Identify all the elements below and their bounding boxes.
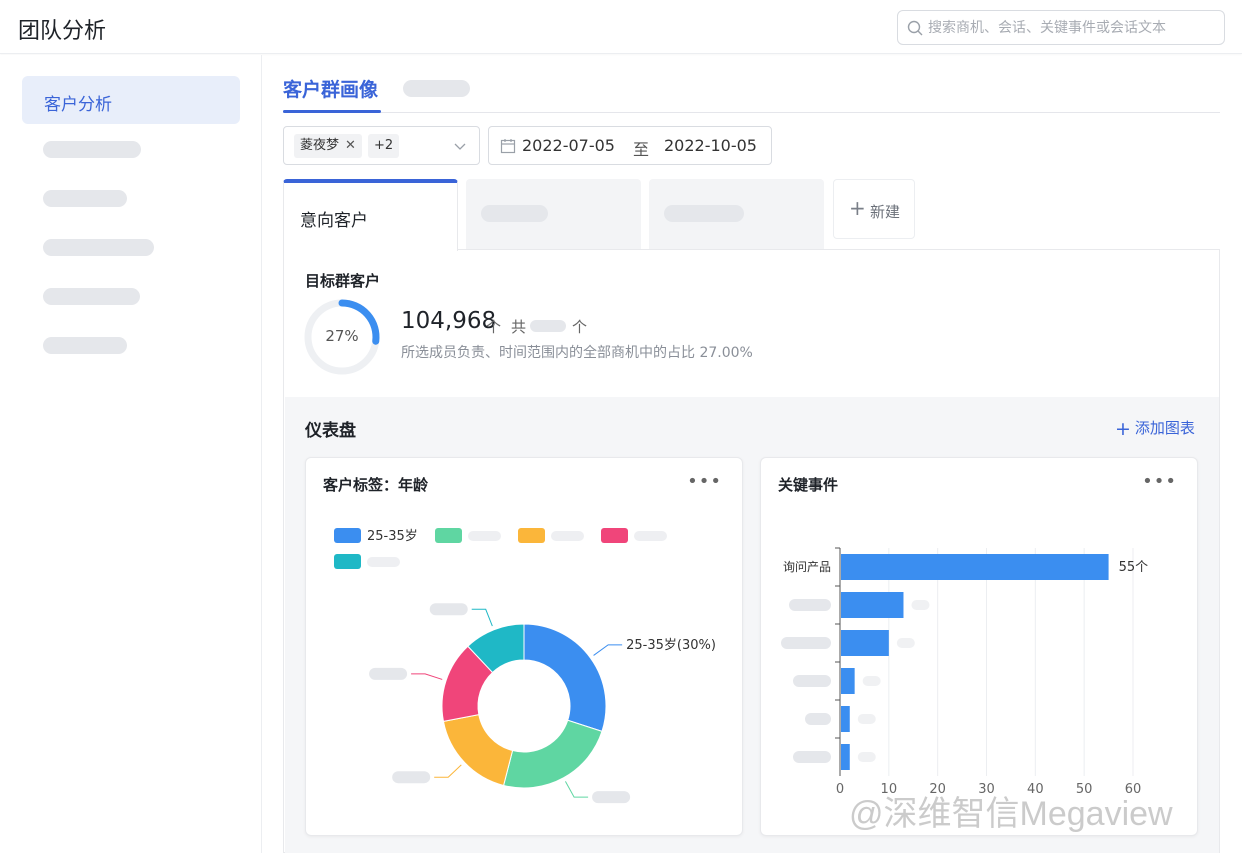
plus-icon: + <box>849 196 866 220</box>
legend-swatch[interactable] <box>601 528 628 543</box>
slice-leader-line <box>411 673 443 680</box>
segment-tab-label-placeholder <box>664 205 744 222</box>
x-tick-label: 0 <box>836 782 844 797</box>
legend-label: 25-35岁 <box>367 529 418 544</box>
legend-label-placeholder <box>468 531 501 541</box>
segment-panel: 目标群客户 27% 104,968 个 共 个 所选成员负责、时间范围内的全部商… <box>283 249 1220 853</box>
bar-value-placeholder <box>857 714 876 724</box>
slice-leader-line <box>434 764 462 778</box>
percent-label: 27% <box>325 327 359 345</box>
sidebar: 客户分析 <box>0 55 262 853</box>
y-tick-label-placeholder <box>793 751 831 763</box>
sidebar-item-customer-analysis[interactable]: 客户分析 <box>22 76 240 124</box>
slice-label-placeholder <box>592 791 631 804</box>
legend-swatch[interactable] <box>334 554 361 569</box>
target-title: 目标群客户 <box>305 272 381 290</box>
segment-tab-label: 意向客户 <box>300 211 368 231</box>
legend-swatch[interactable] <box>334 528 361 543</box>
bar-value-placeholder <box>862 676 881 686</box>
tab-customer-portrait[interactable]: 客户群画像 <box>283 75 378 102</box>
top-bar: 团队分析 <box>0 0 1242 54</box>
y-tick-label-placeholder <box>793 675 831 687</box>
member-chip-label: 菱夜梦 <box>300 138 340 153</box>
target-count: 104,968 <box>401 308 497 334</box>
watermark: @深维智信Megaview <box>849 795 1173 833</box>
date-end[interactable]: 2022-10-05 <box>664 136 757 155</box>
chevron-down-icon <box>454 143 466 150</box>
tabs-divider <box>283 112 1220 113</box>
member-select[interactable]: 菱夜梦 ✕ +2 <box>283 126 480 165</box>
date-range-picker[interactable]: 2022-07-05 至 2022-10-05 <box>488 126 772 165</box>
slice-leader-line <box>593 644 623 656</box>
slice-leader-line <box>471 608 493 627</box>
search-icon <box>907 20 923 36</box>
legend-swatch[interactable] <box>435 528 462 543</box>
slice-label: 25-35岁(30%) <box>626 638 716 653</box>
sidebar-item-label: 客户分析 <box>44 95 112 115</box>
active-tab-indicator <box>283 110 381 113</box>
y-tick-label: 询问产品 <box>783 560 831 574</box>
key-events-bar-chart: 0 10 20 30 40 50 60询问产品 55个 <box>781 547 1149 797</box>
segment-tab-intent-customers[interactable]: 意向客户 <box>283 179 458 251</box>
y-tick-label-placeholder <box>781 637 831 649</box>
donut-slice[interactable] <box>502 719 603 789</box>
bar-value-label: 55个 <box>1119 560 1149 575</box>
bar[interactable] <box>841 630 889 656</box>
slice-leader-line <box>564 781 589 798</box>
slice-label-placeholder <box>369 667 408 680</box>
member-chip: 菱夜梦 ✕ <box>294 134 362 158</box>
more-members-chip: +2 <box>368 134 400 158</box>
y-tick-label-placeholder <box>789 599 831 611</box>
tab-placeholder[interactable] <box>403 80 470 97</box>
sidebar-item-placeholder[interactable] <box>43 337 127 354</box>
slice-label-placeholder <box>429 603 468 616</box>
legend-swatch[interactable] <box>518 528 545 543</box>
total-prefix: 共 <box>511 318 527 336</box>
date-start[interactable]: 2022-07-05 <box>522 136 615 155</box>
age-donut-chart: 25-35岁 25-35岁(30%) <box>334 528 716 804</box>
slice-label-placeholder <box>392 771 431 784</box>
legend-label-placeholder <box>551 531 584 541</box>
new-segment-label: 新建 <box>870 203 901 221</box>
y-tick-label-placeholder <box>805 713 831 725</box>
bar-value-placeholder <box>911 600 930 610</box>
dashboard: 仪表盘 + 添加图表 客户标签：年龄 ••• 25-35岁 25-35岁(30%) … <box>285 397 1219 853</box>
sidebar-item-placeholder[interactable] <box>43 288 140 305</box>
bar[interactable] <box>841 554 1109 580</box>
bar[interactable] <box>841 744 850 770</box>
target-description: 所选成员负责、时间范围内的全部商机中的占比 27.00% <box>401 345 753 361</box>
donut-slice[interactable] <box>523 623 607 732</box>
add-chart-label: 添加图表 <box>1134 419 1195 437</box>
search-input[interactable] <box>928 11 1218 44</box>
app-title: 团队分析 <box>18 19 107 44</box>
main-content: 客户群画像 菱夜梦 ✕ +2 2022-07-05 至 2022-10-05 意向… <box>263 55 1242 853</box>
segment-tab-label-placeholder <box>481 205 548 222</box>
segment-tab-placeholder[interactable] <box>649 179 824 249</box>
bar[interactable] <box>841 592 904 618</box>
age-chart-card: 客户标签：年龄 ••• 25-35岁 25-35岁(30%) <box>305 457 743 836</box>
total-count-placeholder <box>530 320 566 332</box>
add-chart-button[interactable]: + 添加图表 <box>1115 417 1195 440</box>
key-events-chart-card: 关键事件 ••• 0 10 20 30 40 50 60 询问产品 55个 <box>760 457 1198 836</box>
bar-value-placeholder <box>857 752 876 762</box>
count-unit: 个 <box>486 318 502 336</box>
donut-slice[interactable] <box>442 714 514 787</box>
total-unit: 个 <box>572 318 588 336</box>
new-segment-button[interactable]: + 新建 <box>833 179 915 239</box>
legend-label-placeholder <box>367 557 400 567</box>
sidebar-item-placeholder[interactable] <box>43 141 141 158</box>
search-box[interactable] <box>897 10 1225 45</box>
close-icon[interactable]: ✕ <box>345 138 356 153</box>
sidebar-item-placeholder[interactable] <box>43 190 127 207</box>
segment-tab-placeholder[interactable] <box>466 179 641 249</box>
bar-value-placeholder <box>896 638 915 648</box>
sidebar-item-placeholder[interactable] <box>43 239 154 256</box>
plus-icon: + <box>1115 418 1131 440</box>
bar[interactable] <box>841 668 855 694</box>
calendar-icon <box>500 139 516 154</box>
date-separator: 至 <box>633 140 650 159</box>
legend-label-placeholder <box>634 531 667 541</box>
bar[interactable] <box>841 706 850 732</box>
dashboard-title: 仪表盘 <box>305 421 356 441</box>
